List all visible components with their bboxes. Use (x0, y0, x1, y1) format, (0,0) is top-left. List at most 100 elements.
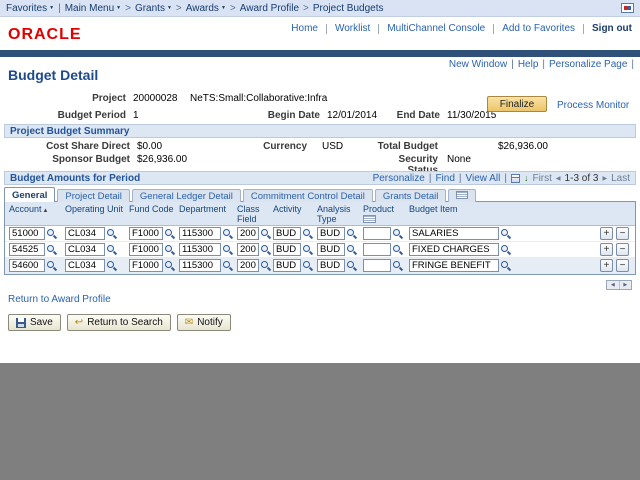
column-header-fund-code[interactable]: Fund Code (129, 202, 179, 225)
lookup-icon[interactable] (164, 244, 175, 256)
tab-commitment-control-detail[interactable]: Commitment Control Detail (242, 189, 373, 202)
lookup-icon[interactable] (46, 228, 57, 240)
previous-page-icon[interactable]: ◀ (556, 175, 561, 182)
class-field-input[interactable] (237, 243, 259, 256)
delete-row-button[interactable]: − (616, 243, 629, 256)
lookup-icon[interactable] (106, 260, 117, 272)
scroll-right-icon[interactable]: ▶ (620, 281, 632, 289)
analysis-type-input[interactable] (317, 243, 345, 256)
zoom-grid-icon[interactable] (510, 173, 520, 183)
column-header-class-field[interactable]: Class Field (237, 202, 273, 225)
product-input[interactable] (363, 243, 391, 256)
first-link[interactable]: First (532, 173, 551, 184)
lookup-icon[interactable] (164, 228, 175, 240)
last-link[interactable]: Last (611, 173, 630, 184)
notify-button[interactable]: ✉ Notify (176, 314, 231, 331)
department-input[interactable] (179, 259, 221, 272)
next-page-icon[interactable]: ▶ (602, 175, 607, 182)
delete-row-button[interactable]: − (616, 259, 629, 272)
account-input[interactable] (9, 227, 45, 240)
tab-project-detail[interactable]: Project Detail (57, 189, 130, 202)
tab-general-ledger-detail[interactable]: General Ledger Detail (131, 189, 241, 202)
personalize-link[interactable]: Personalize (373, 173, 425, 184)
help-link[interactable]: Help (518, 59, 539, 70)
budget-item-input[interactable] (409, 259, 499, 272)
column-header-activity[interactable]: Activity (273, 202, 317, 225)
breadcrumb-grants[interactable]: Grants ▼ (135, 3, 172, 14)
breadcrumb-favorites[interactable]: Favorites ▼ (6, 3, 54, 14)
class-field-input[interactable] (237, 259, 259, 272)
grid-horizontal-scrollbar[interactable]: ◀ ▶ (606, 280, 632, 290)
lookup-icon[interactable] (346, 260, 357, 272)
lookup-icon[interactable] (106, 244, 117, 256)
add-row-button[interactable]: + (600, 259, 613, 272)
tab-general[interactable]: General (4, 187, 56, 202)
column-header-department[interactable]: Department (179, 202, 237, 225)
download-icon[interactable]: ↓ (524, 173, 529, 183)
breadcrumb-main-menu[interactable]: Main Menu ▼ (65, 3, 121, 14)
sign-out-link[interactable]: Sign out (592, 23, 632, 34)
breadcrumb-awards[interactable]: Awards ▼ (186, 3, 226, 14)
lookup-icon[interactable] (46, 260, 57, 272)
return-to-award-profile-link[interactable]: Return to Award Profile (8, 294, 111, 305)
fund-code-input[interactable] (129, 243, 163, 256)
lookup-icon[interactable] (392, 244, 403, 256)
lookup-icon[interactable] (346, 244, 357, 256)
header-link-worklist[interactable]: Worklist (335, 23, 370, 34)
lookup-icon[interactable] (222, 260, 233, 272)
lookup-icon[interactable] (346, 228, 357, 240)
budget-item-input[interactable] (409, 227, 499, 240)
operating-unit-input[interactable] (65, 243, 105, 256)
lookup-icon[interactable] (392, 228, 403, 240)
lookup-icon[interactable] (260, 260, 271, 272)
scroll-left-icon[interactable]: ◀ (607, 281, 620, 289)
lookup-icon[interactable] (392, 260, 403, 272)
budget-item-input[interactable] (409, 243, 499, 256)
account-input[interactable] (9, 259, 45, 272)
operating-unit-input[interactable] (65, 259, 105, 272)
lookup-icon[interactable] (222, 228, 233, 240)
lookup-icon[interactable] (500, 228, 511, 240)
activity-input[interactable] (273, 259, 301, 272)
tab-show-all-columns[interactable] (448, 189, 477, 202)
lookup-icon[interactable] (222, 244, 233, 256)
lookup-icon[interactable] (500, 260, 511, 272)
fund-code-input[interactable] (129, 227, 163, 240)
personalize-page-link[interactable]: Personalize Page (549, 59, 627, 70)
column-header-analysis-type[interactable]: Analysis Type (317, 202, 363, 225)
header-link-home[interactable]: Home (291, 23, 318, 34)
product-input[interactable] (363, 227, 391, 240)
account-input[interactable] (9, 243, 45, 256)
lookup-icon[interactable] (260, 244, 271, 256)
find-link[interactable]: Find (435, 173, 454, 184)
lookup-icon[interactable] (46, 244, 57, 256)
finalize-button[interactable]: Finalize (487, 96, 547, 112)
lookup-icon[interactable] (500, 244, 511, 256)
presence-status-icon[interactable] (621, 3, 634, 13)
lookup-icon[interactable] (164, 260, 175, 272)
view-all-link[interactable]: View All (466, 173, 501, 184)
department-input[interactable] (179, 227, 221, 240)
add-row-button[interactable]: + (600, 243, 613, 256)
lookup-icon[interactable] (106, 228, 117, 240)
column-header-account[interactable]: Account▲ (9, 202, 65, 225)
operating-unit-input[interactable] (65, 227, 105, 240)
class-field-input[interactable] (237, 227, 259, 240)
tab-grants-detail[interactable]: Grants Detail (374, 189, 447, 202)
lookup-icon[interactable] (302, 244, 313, 256)
analysis-type-input[interactable] (317, 227, 345, 240)
header-link-multichannel-console[interactable]: MultiChannel Console (387, 23, 485, 34)
return-to-search-button[interactable]: ↩ Return to Search (66, 314, 171, 331)
lookup-icon[interactable] (302, 260, 313, 272)
analysis-type-input[interactable] (317, 259, 345, 272)
column-header-product[interactable]: Product (363, 202, 409, 225)
department-input[interactable] (179, 243, 221, 256)
activity-input[interactable] (273, 243, 301, 256)
header-link-add-to-favorites[interactable]: Add to Favorites (502, 23, 575, 34)
breadcrumb-award-profile[interactable]: Award Profile (240, 3, 299, 14)
lookup-icon[interactable] (302, 228, 313, 240)
fund-code-input[interactable] (129, 259, 163, 272)
new-window-link[interactable]: New Window (449, 59, 507, 70)
column-header-operating-unit[interactable]: Operating Unit (65, 202, 129, 225)
save-button[interactable]: Save (8, 314, 61, 331)
